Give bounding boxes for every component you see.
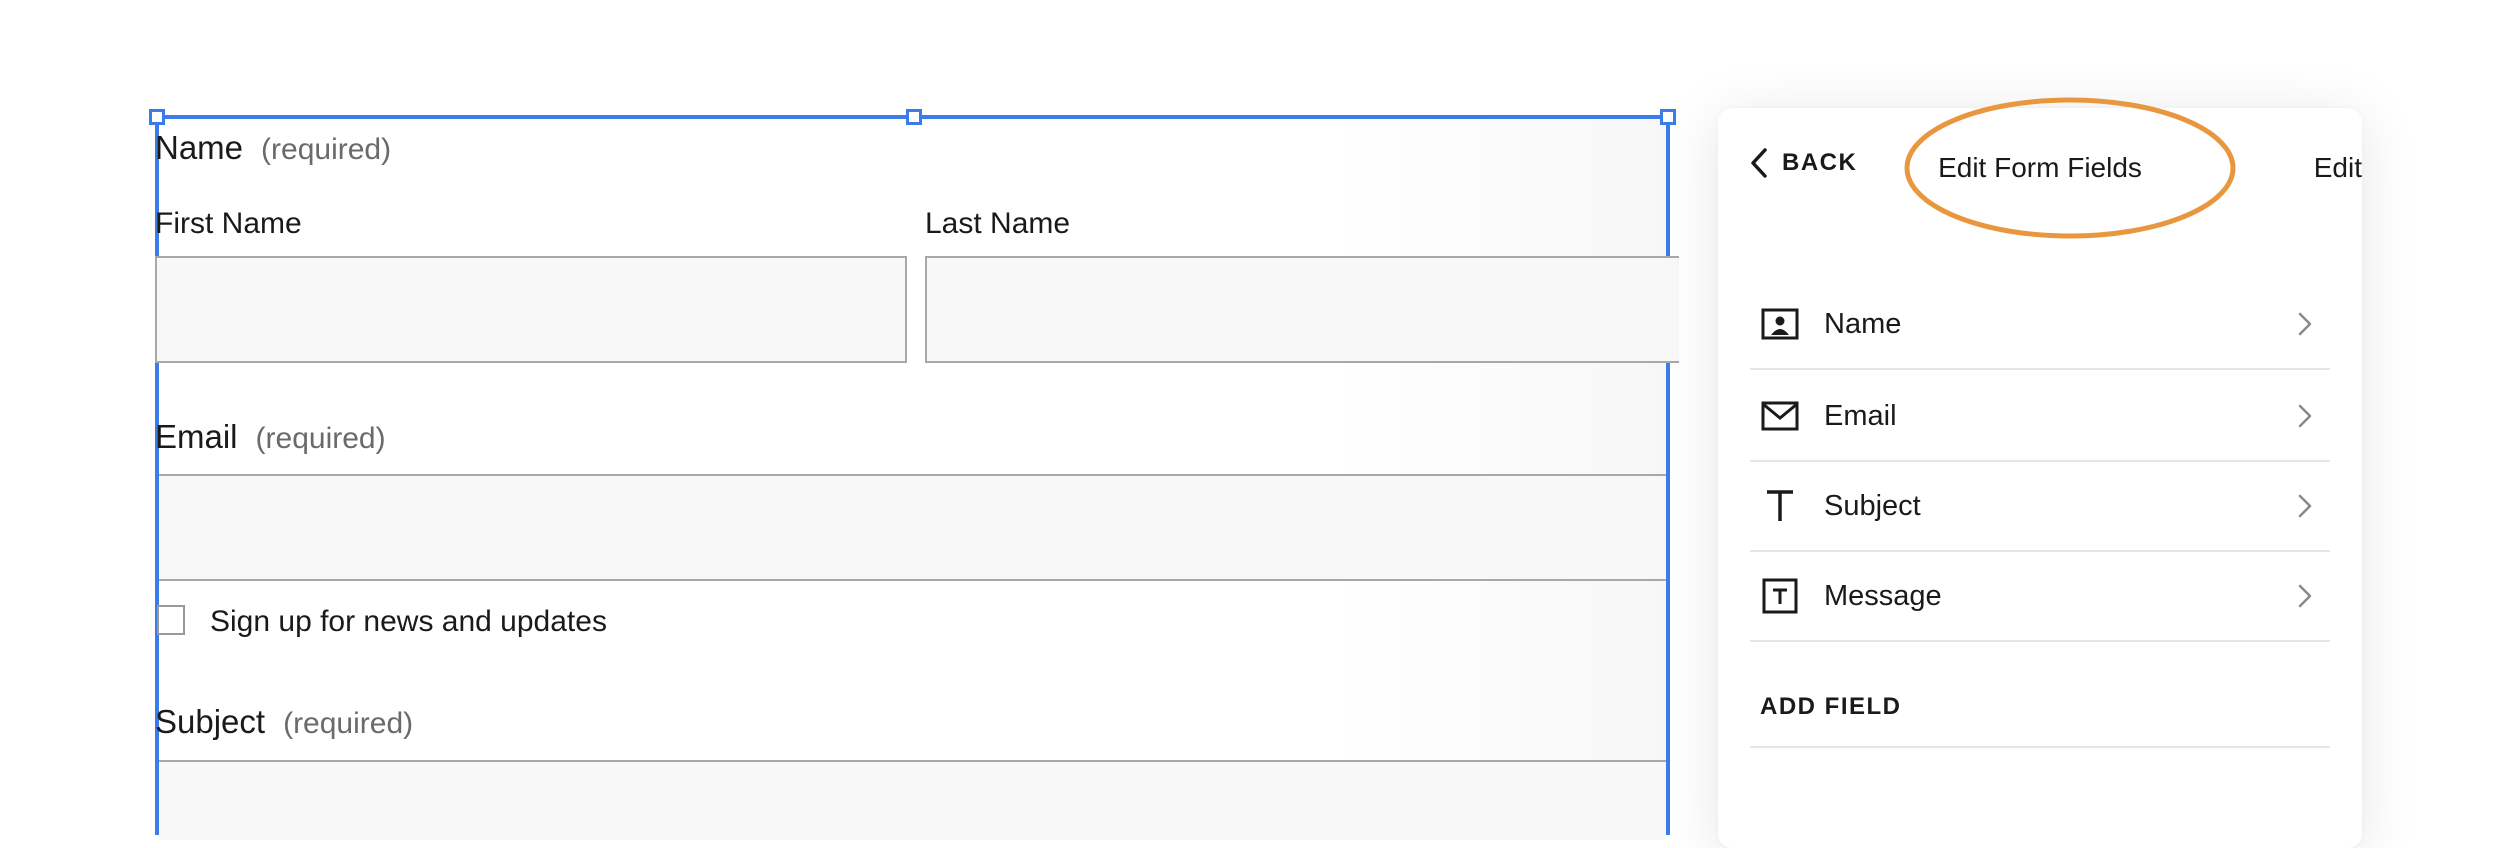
resize-handle-top-left[interactable] — [149, 109, 165, 125]
subject-field-label: Subject — [155, 703, 266, 740]
chevron-right-icon — [2298, 404, 2312, 428]
email-input[interactable] — [159, 474, 1666, 581]
subject-input[interactable] — [159, 760, 1666, 840]
field-row-label: Name — [1824, 307, 1902, 340]
field-row-label: Email — [1824, 399, 1897, 432]
email-required-note: (required) — [255, 422, 386, 455]
field-row-email[interactable]: Email — [1750, 372, 2330, 462]
newsletter-checkbox[interactable] — [157, 605, 185, 635]
panel-title: Edit Form Fields — [1938, 152, 2142, 183]
resize-handle-top-middle[interactable] — [906, 109, 922, 125]
add-field-button[interactable]: ADD FIELD — [1750, 668, 2330, 748]
chevron-right-icon — [2298, 494, 2312, 518]
newsletter-checkbox-label[interactable]: Sign up for news and updates — [210, 605, 607, 639]
field-row-name[interactable]: Name — [1750, 280, 2330, 370]
field-row-label: Subject — [1824, 489, 1921, 522]
add-field-label: ADD FIELD — [1760, 693, 1902, 720]
chevron-right-icon — [2298, 584, 2312, 608]
form-block-selected[interactable]: Name (required) First Name Last Name Emai… — [149, 109, 1679, 840]
email-field-label: Email — [155, 418, 238, 455]
edit-link[interactable]: Edit — [2314, 152, 2362, 184]
name-required-note: (required) — [261, 133, 392, 166]
email-field-title: Email (required) — [155, 418, 386, 456]
text-t-icon — [1760, 486, 1800, 526]
subject-required-note: (required) — [283, 707, 414, 740]
contact-card-icon — [1760, 304, 1800, 344]
resize-handle-top-right[interactable] — [1660, 109, 1676, 125]
envelope-icon — [1760, 396, 1800, 436]
subject-field-title: Subject (required) — [155, 703, 413, 741]
field-row-subject[interactable]: Subject — [1750, 462, 2330, 552]
chevron-right-icon — [2298, 312, 2312, 336]
text-box-icon — [1760, 576, 1800, 616]
first-name-input[interactable] — [155, 256, 907, 363]
field-row-label: Message — [1824, 579, 1942, 612]
name-field-title: Name (required) — [155, 129, 391, 167]
field-row-message[interactable]: Message — [1750, 552, 2330, 642]
first-name-label: First Name — [155, 207, 302, 240]
last-name-label: Last Name — [925, 207, 1071, 240]
edit-form-fields-panel: BACK Edit Form Fields Edit Name Email Su… — [1718, 97, 2362, 848]
name-field-label: Name — [155, 129, 244, 166]
panel-header: BACK Edit Form Fields Edit — [1718, 97, 2362, 239]
last-name-input[interactable] — [925, 256, 1679, 363]
